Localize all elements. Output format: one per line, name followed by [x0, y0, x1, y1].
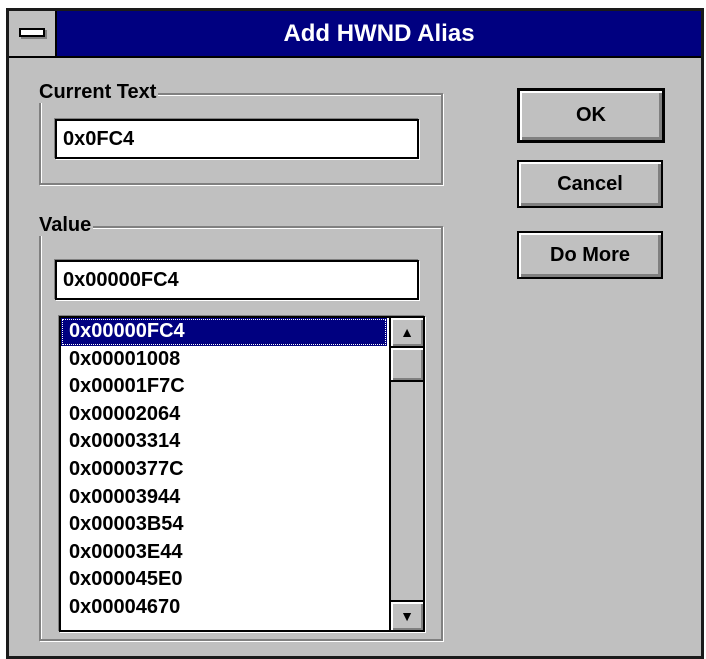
- list-item[interactable]: 0x00003944: [61, 484, 387, 512]
- list-item[interactable]: 0x00004670: [61, 594, 387, 622]
- value-field[interactable]: 0x00000FC4: [55, 260, 419, 300]
- list-item[interactable]: 0x00003314: [61, 428, 387, 456]
- list-item[interactable]: 0x00000FC4: [61, 318, 387, 346]
- value-listbox[interactable]: 0x00000FC4 0x00001008 0x00001F7C 0x00002064…: [59, 316, 425, 632]
- title-bar[interactable]: Add HWND Alias: [9, 11, 701, 58]
- value-group-label: Value: [37, 214, 94, 236]
- dialog-title: Add HWND Alias: [283, 20, 475, 47]
- scrollbar-thumb[interactable]: [391, 348, 423, 382]
- list-item[interactable]: 0x00003B54: [61, 511, 387, 539]
- list-item[interactable]: 0x00002064: [61, 401, 387, 429]
- ok-button[interactable]: OK: [517, 88, 665, 143]
- list-item[interactable]: 0x00003E44: [61, 539, 387, 567]
- scroll-up-arrow-icon[interactable]: ▲: [391, 318, 423, 348]
- list-item[interactable]: 0x000045E0: [61, 566, 387, 594]
- cancel-button[interactable]: Cancel: [517, 160, 663, 208]
- do-more-button[interactable]: Do More: [517, 231, 663, 279]
- list-item[interactable]: 0x00001F7C: [61, 373, 387, 401]
- listbox-scrollbar[interactable]: ▲ ▼: [389, 318, 423, 630]
- current-text-group-label: Current Text: [37, 81, 159, 103]
- add-hwnd-alias-dialog: Add HWND Alias Current Text 0x0FC4 Value…: [6, 8, 704, 659]
- list-item[interactable]: 0x0000377C: [61, 456, 387, 484]
- value-list: 0x00000FC4 0x00001008 0x00001F7C 0x00002064…: [61, 318, 387, 622]
- scroll-down-arrow-icon[interactable]: ▼: [391, 600, 423, 630]
- system-menu-icon: [19, 28, 45, 37]
- list-item[interactable]: 0x00001008: [61, 346, 387, 374]
- current-text-field[interactable]: 0x0FC4: [55, 119, 419, 159]
- system-menu-button[interactable]: [9, 11, 57, 56]
- current-text-group: Current Text 0x0FC4: [37, 81, 443, 185]
